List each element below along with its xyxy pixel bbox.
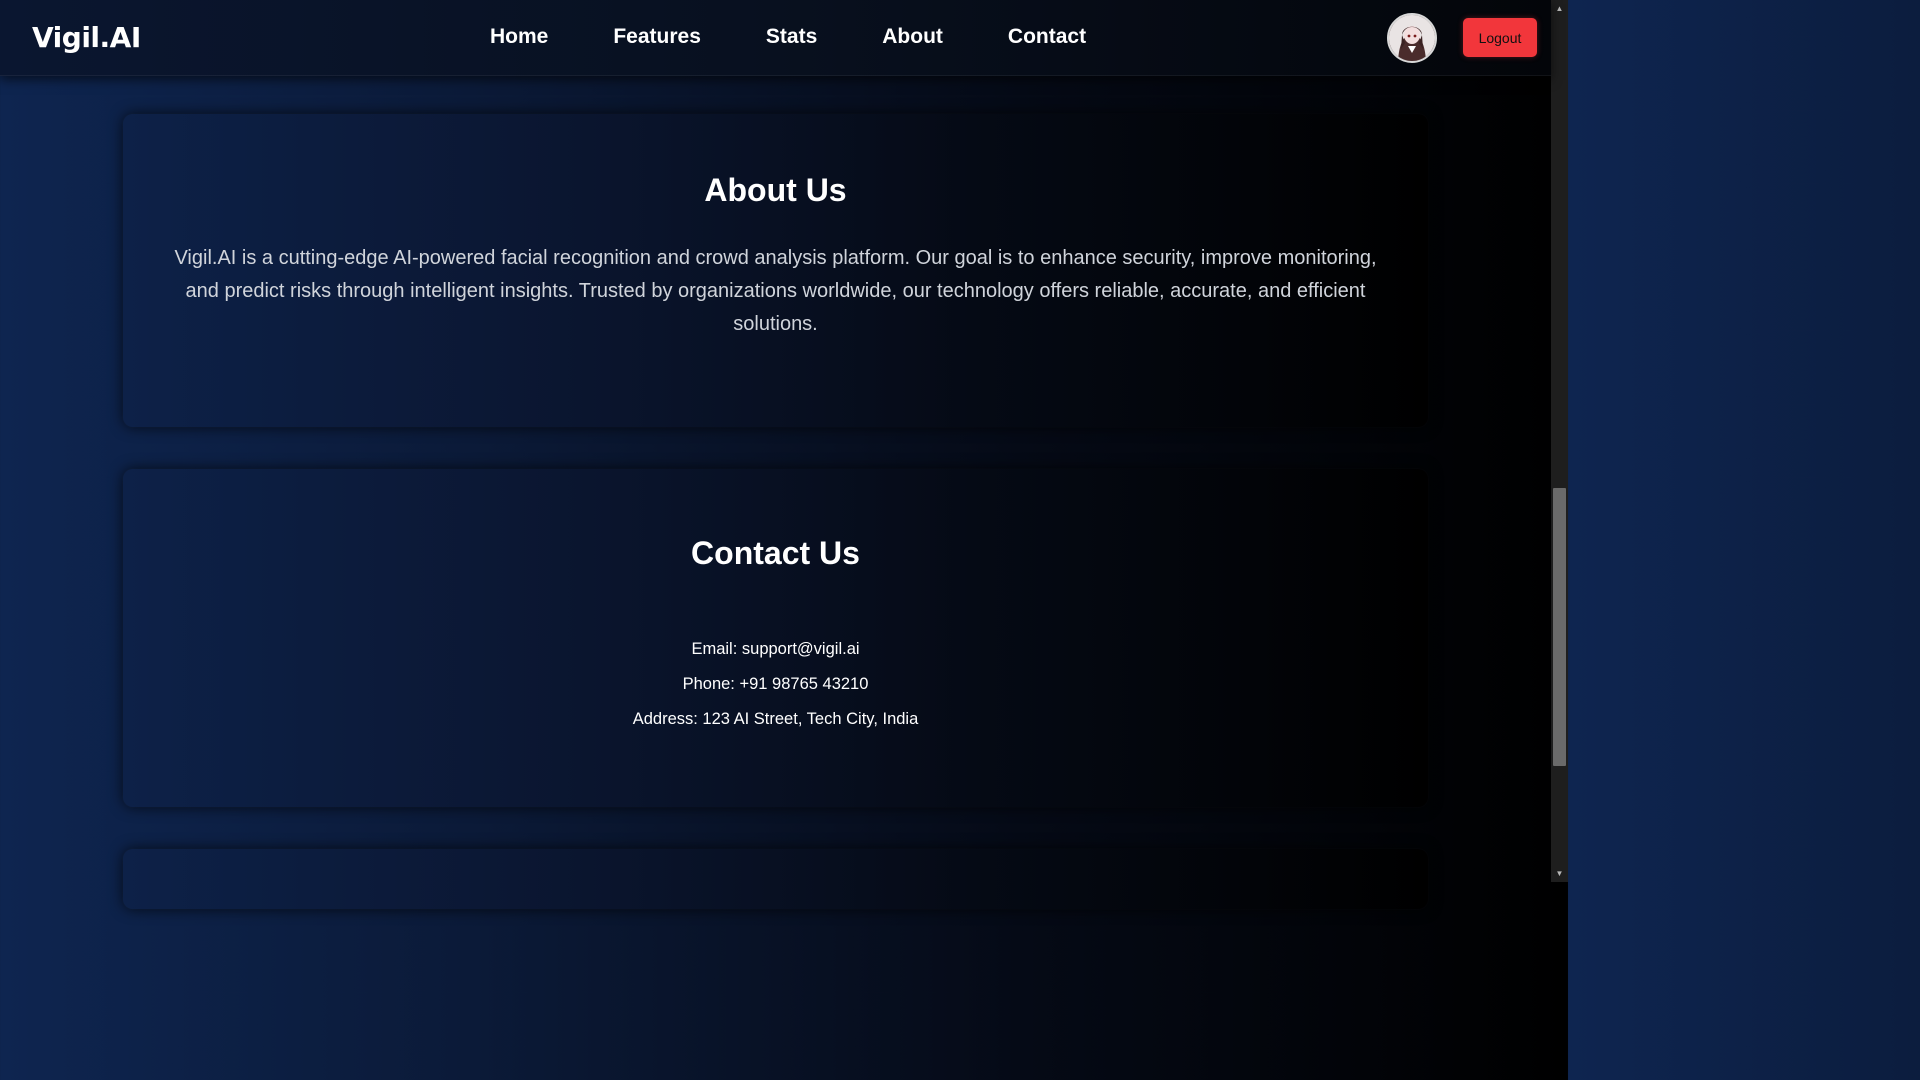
- nav-link-home[interactable]: Home: [490, 23, 548, 51]
- brand-logo[interactable]: Vigil.AI: [32, 20, 141, 56]
- page-scrollbar[interactable]: ▲ ▼: [1551, 0, 1568, 882]
- scroll-down-arrow-icon[interactable]: ▼: [1551, 865, 1568, 882]
- nav-links: Home Features Stats About Contact: [490, 23, 1086, 51]
- top-navbar: Vigil.AI Home Features Stats About Conta…: [0, 0, 1551, 76]
- contact-phone: Phone: +91 98765 43210: [682, 675, 869, 693]
- contact-email: Email: support@vigil.ai: [691, 640, 860, 658]
- nav-link-features[interactable]: Features: [613, 23, 701, 51]
- next-section-card: [123, 849, 1428, 909]
- contact-section: Contact Us Email: support@vigil.ai Phone…: [123, 469, 1428, 807]
- nav-link-contact[interactable]: Contact: [1008, 23, 1086, 51]
- scroll-up-arrow-icon[interactable]: ▲: [1551, 0, 1568, 17]
- nav-link-stats[interactable]: Stats: [766, 23, 817, 51]
- scrollbar-thumb[interactable]: [1553, 488, 1566, 766]
- about-section: About Us Vigil.AI is a cutting-edge AI-p…: [123, 114, 1428, 427]
- nav-link-about[interactable]: About: [882, 23, 943, 51]
- contact-address: Address: 123 AI Street, Tech City, India: [632, 710, 919, 728]
- contact-title: Contact Us: [691, 535, 860, 571]
- avatar-illustration: [1389, 15, 1435, 61]
- about-description: Vigil.AI is a cutting-edge AI-powered fa…: [174, 247, 1377, 335]
- about-title: About Us: [704, 172, 847, 208]
- logout-button[interactable]: Logout: [1463, 18, 1537, 57]
- contact-details: Email: support@vigil.ai Phone: +91 98765…: [123, 632, 1428, 737]
- user-avatar-icon[interactable]: [1387, 13, 1437, 63]
